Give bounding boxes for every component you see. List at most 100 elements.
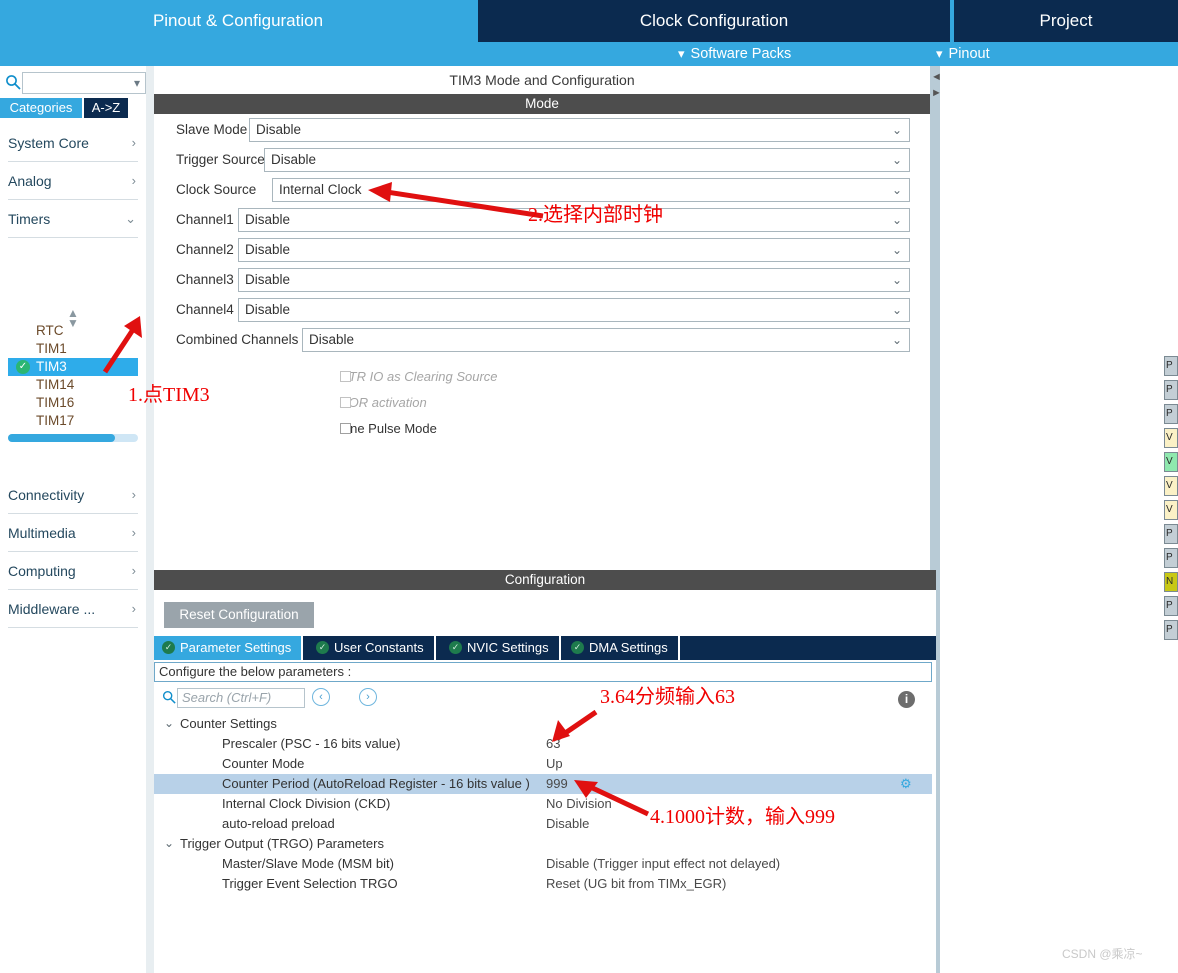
pin-label[interactable]: N xyxy=(1164,572,1178,592)
tab-clock-configuration[interactable]: Clock Configuration xyxy=(478,0,952,42)
tab-a-to-z[interactable]: A->Z xyxy=(84,98,128,118)
tab-project[interactable]: Project xyxy=(954,0,1178,42)
sidebar-item-computing[interactable]: Computing › xyxy=(8,552,138,590)
pin-label[interactable]: P xyxy=(1164,620,1178,640)
gear-icon[interactable]: ⚙ xyxy=(900,776,912,792)
sidebar-item-analog-label: Analog xyxy=(8,172,52,189)
master-slave-mode-label: Master/Slave Mode (MSM bit) xyxy=(222,856,394,871)
pin-label[interactable]: P xyxy=(1164,356,1178,376)
slave-mode-value: Disable xyxy=(256,122,302,137)
tab-categories[interactable]: Categories xyxy=(0,98,82,118)
tab-nvic-settings[interactable]: ✓ NVIC Settings xyxy=(441,636,561,660)
pin-label[interactable]: V xyxy=(1164,452,1178,472)
configure-hint-text: Configure the below parameters : xyxy=(159,664,352,679)
watermark: CSDN @乘凉~ xyxy=(1062,947,1143,961)
timer-item-tim3-label: TIM3 xyxy=(36,359,67,374)
reset-configuration-button[interactable]: Reset Configuration xyxy=(164,602,314,628)
menu-pinout[interactable]: ▾ Pinout xyxy=(936,42,990,66)
pin-label[interactable]: V xyxy=(1164,476,1178,496)
table-row[interactable]: Trigger Event Selection TRGO Reset (UG b… xyxy=(154,874,932,894)
channel3-label: Channel3 xyxy=(176,272,234,287)
one-pulse-mode-checkbox[interactable] xyxy=(340,423,351,434)
check-circle-icon: ✓ xyxy=(571,641,584,654)
checkbox-row-one-pulse-mode[interactable]: One Pulse Mode xyxy=(154,418,930,444)
etr-io-checkbox[interactable] xyxy=(340,371,351,382)
timer-item-tim16-label: TIM16 xyxy=(36,395,75,410)
checkbox-row-etr-io[interactable]: ETR IO as Clearing Source xyxy=(154,366,930,392)
annotation-step-3: 3.64分频输入63 xyxy=(600,686,735,708)
master-slave-mode-value[interactable]: Disable (Trigger input effect not delaye… xyxy=(546,856,780,871)
pin-label[interactable]: P xyxy=(1164,404,1178,424)
tab-user-constants-label: User Constants xyxy=(334,640,424,655)
tab-clock-configuration-label: Clock Configuration xyxy=(639,11,789,30)
menu-software-packs[interactable]: ▾ Software Packs xyxy=(678,42,791,66)
pin-label[interactable]: P xyxy=(1164,596,1178,616)
channel4-select[interactable]: Disable ⌄ xyxy=(238,298,910,322)
channel1-label: Channel1 xyxy=(176,212,234,227)
tab-parameter-settings[interactable]: ✓ Parameter Settings xyxy=(154,636,304,660)
sidebar-item-timers[interactable]: Timers ⌄ xyxy=(8,200,138,238)
tree-group-trgo-parameters[interactable]: ⌄ Trigger Output (TRGO) Parameters xyxy=(154,834,932,854)
prescaler-label: Prescaler (PSC - 16 bits value) xyxy=(222,736,401,751)
search-previous-button[interactable]: ‹ xyxy=(312,688,330,706)
sidebar-item-system-core-label: System Core xyxy=(8,134,89,151)
tab-pinout-configuration-label: Pinout & Configuration xyxy=(152,11,324,30)
sidebar-item-middleware[interactable]: Middleware ... › xyxy=(8,590,138,628)
channel3-select[interactable]: Disable ⌄ xyxy=(238,268,910,292)
sidebar-splitter[interactable] xyxy=(146,66,154,973)
timer-item-tim17[interactable]: TIM17 xyxy=(8,412,138,430)
table-row[interactable]: Counter Mode Up xyxy=(154,754,932,774)
timer-item-tim1-label: TIM1 xyxy=(36,341,67,356)
table-row-counter-period[interactable]: Counter Period (AutoReload Register - 16… xyxy=(154,774,932,794)
search-next-button[interactable]: › xyxy=(359,688,377,706)
sidebar-item-system-core[interactable]: System Core › xyxy=(8,124,138,162)
sidebar-group-list-top: System Core › Analog › Timers ⌄ xyxy=(8,124,138,238)
tab-pinout-configuration[interactable]: Pinout & Configuration xyxy=(0,0,476,42)
chip-view-panel: P P P V V V V P P N P P xyxy=(940,66,1178,973)
channel2-select[interactable]: Disable ⌄ xyxy=(238,238,910,262)
timer-item-tim16[interactable]: TIM16 xyxy=(8,394,138,412)
channel2-value: Disable xyxy=(245,242,291,257)
form-row-channel4: Channel4 Disable ⌄ xyxy=(154,298,930,326)
checkbox-row-xor-activation[interactable]: XOR activation xyxy=(154,392,930,418)
sidebar-item-computing-label: Computing xyxy=(8,562,76,579)
sidebar-item-multimedia[interactable]: Multimedia › xyxy=(8,514,138,552)
sidebar-search-row: ▾ xyxy=(0,70,146,94)
tree-group-trgo-parameters-label: Trigger Output (TRGO) Parameters xyxy=(180,836,384,851)
configuration-section-header: Configuration xyxy=(154,570,936,590)
counter-mode-value[interactable]: Up xyxy=(546,756,563,771)
counter-period-value[interactable]: 999 xyxy=(546,776,568,791)
chevron-down-icon[interactable]: ⌄ xyxy=(164,836,174,850)
tab-user-constants[interactable]: ✓ User Constants xyxy=(308,636,436,660)
tab-categories-label: Categories xyxy=(9,100,73,115)
table-row[interactable]: Prescaler (PSC - 16 bits value) 63 xyxy=(154,734,932,754)
pin-label[interactable]: P xyxy=(1164,548,1178,568)
table-row[interactable]: Master/Slave Mode (MSM bit) Disable (Tri… xyxy=(154,854,932,874)
tree-group-counter-settings[interactable]: ⌄ Counter Settings xyxy=(154,714,932,734)
chevron-down-icon: ⌄ xyxy=(891,243,902,257)
trigger-event-selection-value[interactable]: Reset (UG bit from TIMx_EGR) xyxy=(546,876,726,891)
chevron-right-icon: › xyxy=(131,135,136,150)
pin-label[interactable]: P xyxy=(1164,380,1178,400)
tree-group-counter-settings-label: Counter Settings xyxy=(180,716,277,731)
parameter-search-input[interactable]: Search (Ctrl+F) xyxy=(177,688,305,708)
combined-channels-select[interactable]: Disable ⌄ xyxy=(302,328,910,352)
trigger-source-select[interactable]: Disable ⌄ xyxy=(264,148,910,172)
sidebar-search-input[interactable]: ▾ xyxy=(22,72,146,94)
tab-dma-settings[interactable]: ✓ DMA Settings xyxy=(563,636,680,660)
info-icon[interactable]: i xyxy=(898,691,915,708)
pin-label[interactable]: V xyxy=(1164,500,1178,520)
pin-label[interactable]: P xyxy=(1164,524,1178,544)
sidebar-item-connectivity-label: Connectivity xyxy=(8,486,85,503)
search-icon xyxy=(6,75,21,90)
sidebar-item-connectivity[interactable]: Connectivity › xyxy=(8,476,138,514)
parameter-search-row: Search (Ctrl+F) ‹ › xyxy=(162,688,562,710)
horizontal-scrollbar[interactable] xyxy=(8,434,138,442)
sidebar-item-analog[interactable]: Analog › xyxy=(8,162,138,200)
mode-panel: TIM3 Mode and Configuration Mode Slave M… xyxy=(154,66,930,566)
chevron-down-icon: ⌄ xyxy=(891,303,902,317)
chevron-down-icon[interactable]: ⌄ xyxy=(164,716,174,730)
slave-mode-select[interactable]: Disable ⌄ xyxy=(249,118,910,142)
xor-activation-checkbox[interactable] xyxy=(340,397,351,408)
pin-label[interactable]: V xyxy=(1164,428,1178,448)
